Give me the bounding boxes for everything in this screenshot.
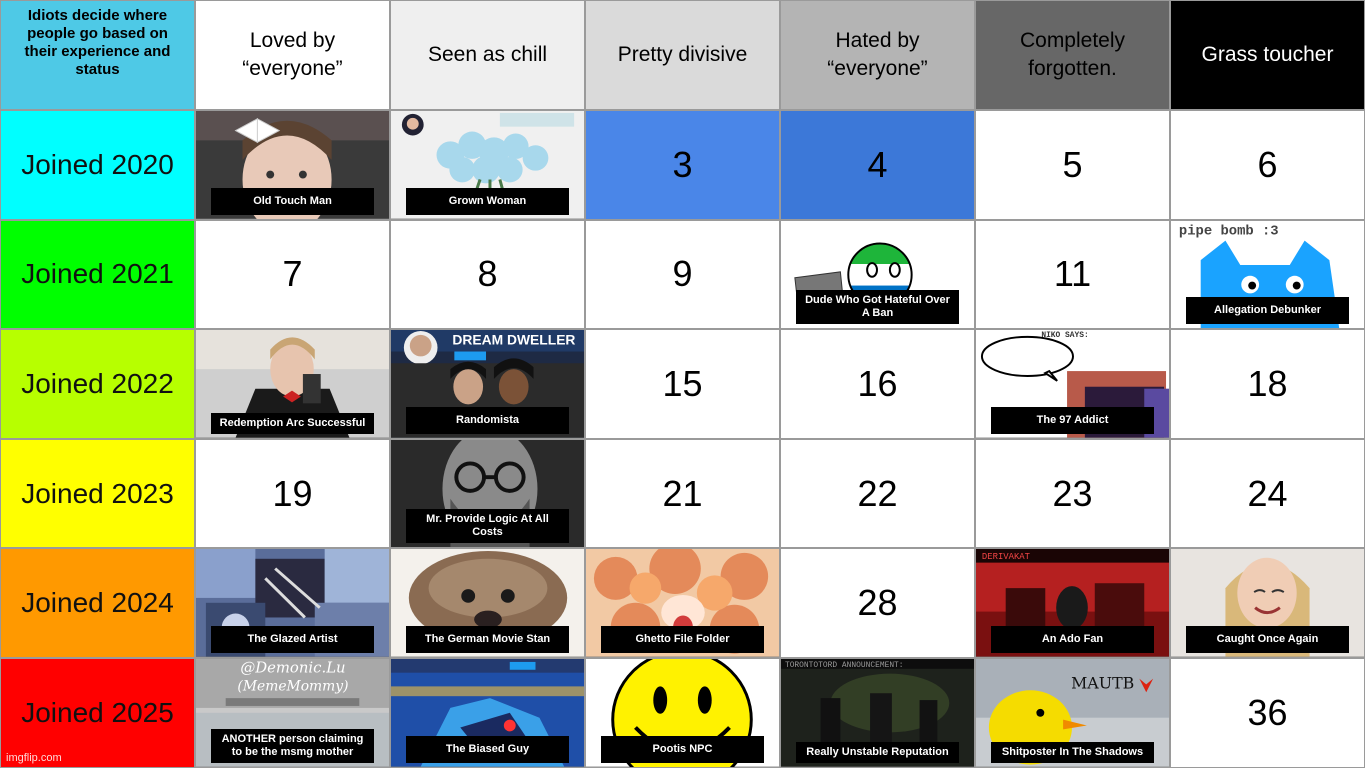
number-cell: 15 — [585, 329, 780, 439]
number-cell: 19 — [195, 438, 390, 549]
image-cell: @Demonic.Lu (MemeMommy) ANOTHER person cla… — [195, 657, 390, 768]
image-caption: Dude Who Got Hateful Over A Ban — [796, 290, 959, 325]
number-cell: 16 — [780, 329, 975, 439]
number-cell: 5 — [975, 110, 1170, 220]
column-header: Seen as chill — [390, 0, 585, 110]
number-cell: 22 — [780, 438, 975, 549]
image-cell: Old Touch Man — [195, 110, 390, 220]
number-cell: 24 — [1170, 438, 1365, 549]
svg-text:pipe bomb :3: pipe bomb :3 — [1179, 223, 1279, 239]
row-header: Joined 2021 — [0, 219, 195, 330]
image-cell: Redemption Arc Successful — [195, 329, 390, 439]
image-caption: The Biased Guy — [406, 735, 569, 763]
image-cell: Dude Who Got Hateful Over A Ban — [780, 219, 975, 330]
image-cell: pipe bomb :3 Allegation Debunker — [1170, 219, 1365, 330]
image-caption: Mr. Provide Logic At All Costs — [406, 509, 569, 544]
image-caption: Ghetto File Folder — [601, 625, 764, 653]
column-header: Completely forgotten. — [975, 0, 1170, 110]
image-cell: MAUTB Shitposter In The Shadows — [975, 657, 1170, 768]
image-cell: Pootis NPC — [585, 657, 780, 768]
imgflip-watermark: imgflip.com — [6, 752, 62, 764]
svg-text:DERIVAKAT: DERIVAKAT — [982, 552, 1030, 562]
number-cell: 36 — [1170, 657, 1365, 768]
image-caption: Caught Once Again — [1186, 625, 1349, 653]
image-caption: Really Unstable Reputation — [796, 741, 959, 763]
svg-text:@Demonic.Lu: @Demonic.Lu — [240, 660, 345, 677]
corner-title: Idiots decide where people go based on t… — [0, 0, 195, 110]
row-header: Joined 2022 — [0, 329, 195, 439]
tier-list-grid: Idiots decide where people go based on t… — [0, 0, 1366, 768]
image-cell: The German Movie Stan — [390, 548, 585, 658]
row-header: Joined 2024 — [0, 548, 195, 658]
image-caption: Old Touch Man — [211, 187, 374, 215]
image-cell: DREAM DWELLER Randomista — [390, 329, 585, 439]
number-cell: 8 — [390, 219, 585, 330]
image-cell: NIKO SAYS: The 97 Addict — [975, 329, 1170, 439]
number-cell: 3 — [585, 110, 780, 220]
number-cell: 28 — [780, 548, 975, 658]
column-header: Loved by “everyone” — [195, 0, 390, 110]
svg-text:TORONTOTORD ANNOUNCEMENT:: TORONTOTORD ANNOUNCEMENT: — [785, 661, 904, 670]
number-cell: 23 — [975, 438, 1170, 549]
image-cell: TORONTOTORD ANNOUNCEMENT: Really Unstable… — [780, 657, 975, 768]
image-caption: The Glazed Artist — [211, 625, 374, 653]
image-cell: Caught Once Again — [1170, 548, 1365, 658]
image-caption: Allegation Debunker — [1186, 297, 1349, 325]
row-header: Joined 2020 — [0, 110, 195, 220]
number-cell: 4 — [780, 110, 975, 220]
svg-text:DREAM DWELLER: DREAM DWELLER — [452, 333, 575, 348]
image-cell: The Biased Guy — [390, 657, 585, 768]
svg-text:MAUTB: MAUTB — [1071, 673, 1134, 692]
number-cell: 18 — [1170, 329, 1365, 439]
number-cell: 9 — [585, 219, 780, 330]
image-caption: Pootis NPC — [601, 735, 764, 763]
image-cell: The Glazed Artist — [195, 548, 390, 658]
column-header: Grass toucher — [1170, 0, 1365, 110]
number-cell: 11 — [975, 219, 1170, 330]
column-header: Pretty divisive — [585, 0, 780, 110]
image-caption: Grown Woman — [406, 187, 569, 215]
column-header: Hated by “everyone” — [780, 0, 975, 110]
image-caption: An Ado Fan — [991, 625, 1154, 653]
number-cell: 21 — [585, 438, 780, 549]
row-header: Joined 2023 — [0, 438, 195, 549]
number-cell: 7 — [195, 219, 390, 330]
image-caption: The 97 Addict — [991, 406, 1154, 434]
number-cell: 6 — [1170, 110, 1365, 220]
image-cell: DERIVAKAT An Ado Fan — [975, 548, 1170, 658]
svg-text:(MemeMommy): (MemeMommy) — [237, 678, 348, 694]
image-caption: Shitposter In The Shadows — [991, 741, 1154, 763]
image-cell: Mr. Provide Logic At All Costs — [390, 438, 585, 549]
image-caption: Randomista — [406, 406, 569, 434]
image-caption: ANOTHER person claiming to be the msmg m… — [211, 728, 374, 763]
image-caption: The German Movie Stan — [406, 625, 569, 653]
image-cell: Ghetto File Folder — [585, 548, 780, 658]
image-caption: Redemption Arc Successful — [211, 412, 374, 434]
image-cell: Grown Woman — [390, 110, 585, 220]
